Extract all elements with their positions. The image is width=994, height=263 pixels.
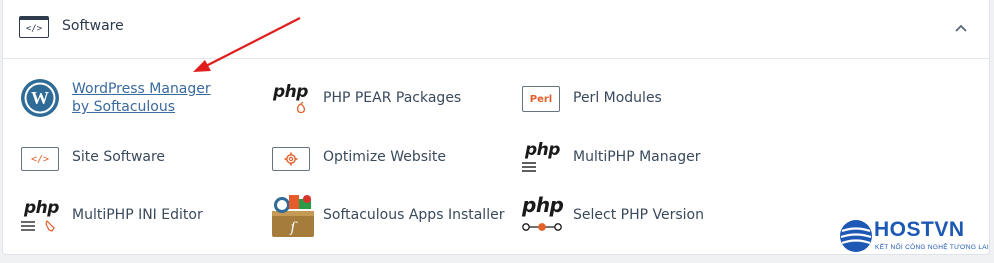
php-pear-icon: php <box>269 78 313 118</box>
wordpress-icon: W <box>18 78 62 118</box>
php-version-icon: php <box>519 193 564 235</box>
site-software-label: Site Software <box>72 149 166 165</box>
hostvn-tagline: KẾT NỐI CÔNG NGHỆ TƯƠNG LAI <box>875 244 989 251</box>
panel-header[interactable]: </> Software <box>3 0 989 59</box>
code-window-icon: </> <box>19 16 49 38</box>
panel-title: Software <box>62 18 124 34</box>
perl-modules-item[interactable]: Perl Perl Modules <box>519 78 662 118</box>
wordpress-manager-item[interactable]: W WordPress Manager by Softaculous <box>18 78 232 118</box>
multiphp-ini-editor-label: MultiPHP INI Editor <box>72 207 203 223</box>
hostvn-logo: HOSTVN KẾT NỐI CÔNG NGHỆ TƯƠNG LAI <box>838 216 990 258</box>
softaculous-label: Softaculous Apps Installer <box>323 207 505 223</box>
optimize-website-label: Optimize Website <box>323 149 447 165</box>
php-ini-icon: php <box>18 195 62 235</box>
softaculous-item[interactable]: ſ Softaculous Apps Installer <box>269 191 504 239</box>
hostvn-name: HOSTVN <box>874 218 965 241</box>
perl-icon-text: Perl <box>529 93 553 105</box>
select-php-version-item[interactable]: php Select PHP Version <box>519 193 704 235</box>
wordpress-manager-link[interactable]: WordPress Manager by Softaculous <box>72 80 232 116</box>
code-box-icon: </> <box>18 137 62 177</box>
multiphp-manager-label: MultiPHP Manager <box>573 149 701 165</box>
php-pear-item[interactable]: php PHP PEAR Packages <box>269 78 461 118</box>
perl-modules-label: Perl Modules <box>573 90 662 106</box>
php-pear-icon-text: php <box>273 82 308 102</box>
header-icon-glyph: </> <box>25 23 43 34</box>
chevron-up-icon[interactable] <box>953 20 969 36</box>
optimize-website-item[interactable]: Optimize Website <box>269 137 446 177</box>
perl-icon: Perl <box>519 78 563 118</box>
svg-text:W: W <box>31 88 49 108</box>
php-manager-icon-text: php <box>525 140 560 160</box>
hostvn-globe-icon <box>840 220 872 252</box>
multiphp-ini-editor-item[interactable]: php MultiPHP INI Editor <box>18 195 203 235</box>
gear-box-icon <box>269 137 313 177</box>
php-pear-label: PHP PEAR Packages <box>323 90 462 106</box>
softaculous-icon: ſ <box>269 191 314 239</box>
php-ini-icon-text: php <box>24 198 59 218</box>
php-version-icon-text: php <box>522 193 564 217</box>
code-box-icon-text: </> <box>30 153 50 165</box>
site-software-item[interactable]: </> Site Software <box>18 137 165 177</box>
php-manager-icon: php <box>519 137 563 177</box>
select-php-version-label: Select PHP Version <box>573 207 704 223</box>
multiphp-manager-item[interactable]: php MultiPHP Manager <box>519 137 700 177</box>
